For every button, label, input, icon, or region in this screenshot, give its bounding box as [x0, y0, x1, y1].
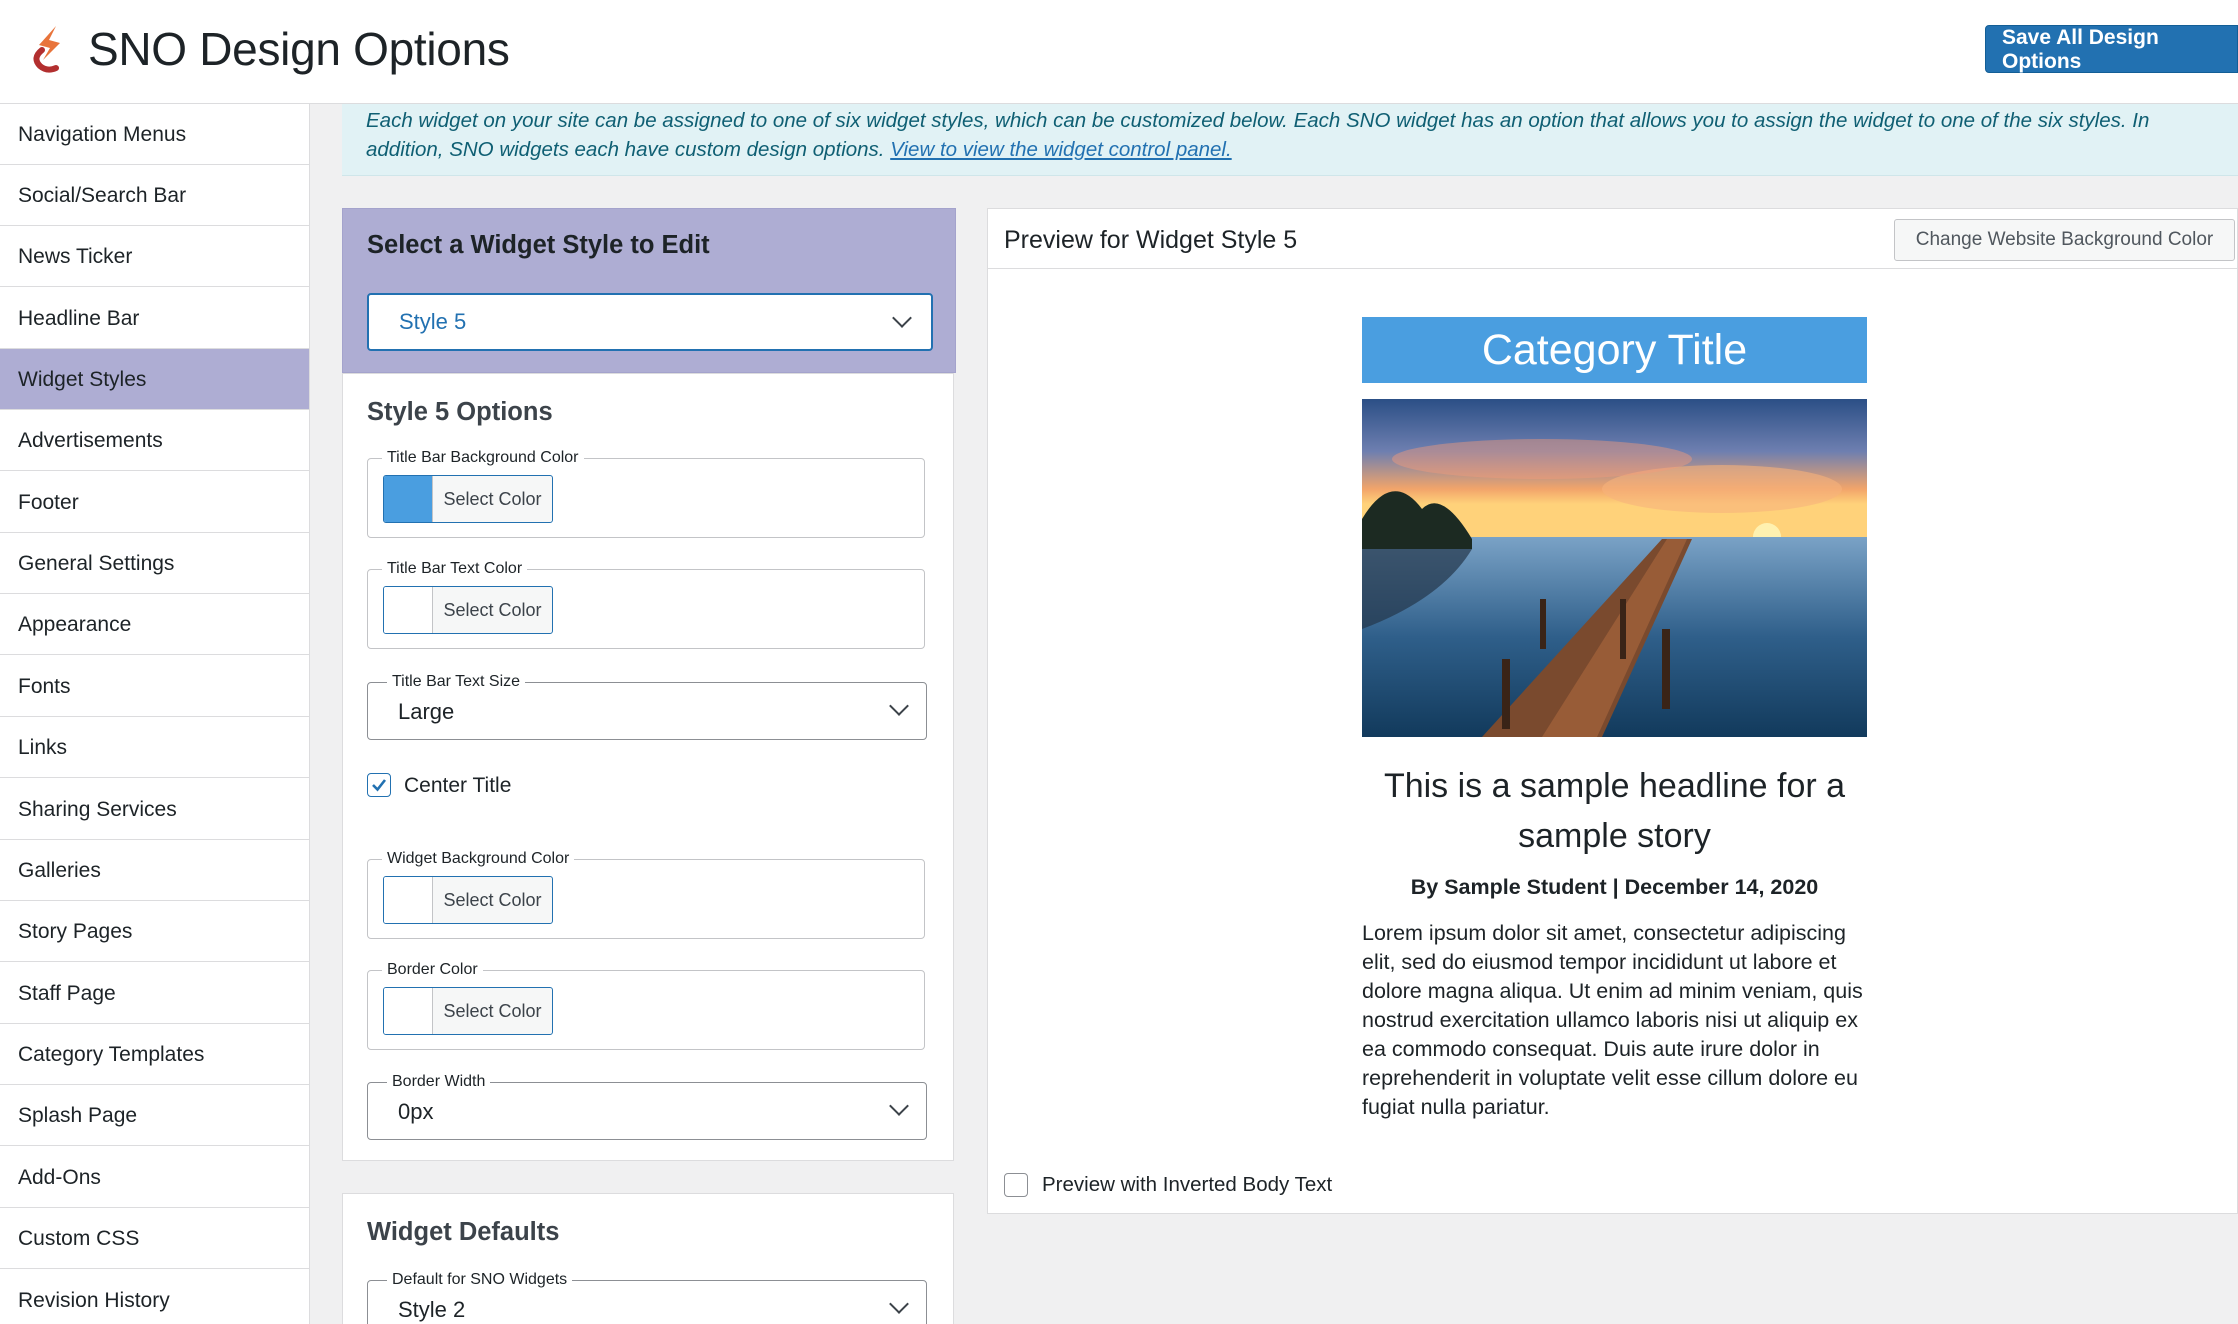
field-legend: Border Width — [387, 1073, 491, 1091]
save-all-design-options-button[interactable]: Save All Design Options — [1985, 25, 2238, 73]
sidebar-item-sharing-services[interactable]: Sharing Services — [0, 779, 309, 840]
preview-title: Preview for Widget Style 5 — [1004, 226, 1298, 254]
widget-style-dropdown[interactable]: Style 5 — [367, 293, 933, 351]
border-color-button[interactable]: Select Color — [383, 987, 553, 1035]
sidebar-item-custom-css[interactable]: Custom CSS — [0, 1208, 309, 1269]
checkmark-icon — [372, 779, 387, 792]
sample-story-image — [1362, 399, 1867, 737]
style-selector-heading: Select a Widget Style to Edit — [367, 231, 710, 259]
style-options-panel: Style 5 Options Title Bar Background Col… — [342, 373, 954, 1161]
border-width-select[interactable]: Border Width 0px — [367, 1073, 927, 1140]
widget-style-value: Style 5 — [399, 309, 467, 334]
info-notice: Each widget on your site can be assigned… — [342, 104, 2238, 176]
chevron-down-icon — [889, 1096, 909, 1116]
title-bar-text-color-field: Title Bar Text Color Select Color — [367, 560, 925, 649]
title-bar-text-size-select[interactable]: Title Bar Text Size Large — [367, 673, 927, 740]
color-swatch — [384, 476, 433, 522]
sidebar-item-social-search-bar[interactable]: Social/Search Bar — [0, 165, 309, 226]
sample-byline: By Sample Student | December 14, 2020 — [1410, 875, 1819, 899]
widget-style-selector: Select a Widget Style to Edit Style 5 — [342, 208, 956, 373]
style-options-heading: Style 5 Options — [367, 398, 553, 426]
chevron-down-icon — [889, 696, 909, 716]
select-color-label: Select Color — [443, 890, 542, 910]
sno-logo-icon — [33, 26, 60, 73]
sidebar-item-widget-styles[interactable]: Widget Styles — [0, 349, 309, 410]
notice-text: Each widget on your site can be assigned… — [366, 109, 2150, 161]
title-bar-background-color-field: Title Bar Background Color Select Color — [367, 449, 925, 538]
sidebar-item-appearance[interactable]: Appearance — [0, 594, 309, 655]
widget-preview-panel: Preview for Widget Style 5 Change Websit… — [987, 208, 2238, 1214]
widget-background-color-field: Widget Background Color Select Color — [367, 850, 925, 939]
sidebar-item-links[interactable]: Links — [0, 717, 309, 778]
page-title: SNO Design Options — [88, 23, 510, 75]
color-swatch — [384, 877, 433, 923]
field-legend: Widget Background Color — [382, 850, 575, 868]
color-swatch — [384, 988, 433, 1034]
widget-defaults-heading: Widget Defaults — [367, 1218, 560, 1246]
preview-header: Preview for Widget Style 5 Change Websit… — [988, 209, 2238, 269]
sidebar-item-fonts[interactable]: Fonts — [0, 656, 309, 717]
select-value: Large — [398, 699, 455, 724]
field-legend: Border Color — [382, 961, 483, 979]
select-value: Style 2 — [398, 1297, 466, 1322]
center-title-label: Center Title — [404, 774, 512, 797]
sidebar-item-headline-bar[interactable]: Headline Bar — [0, 288, 309, 349]
sidebar-item-splash-page[interactable]: Splash Page — [0, 1085, 309, 1146]
default-sno-widgets-select[interactable]: Default for SNO Widgets Style 2 — [367, 1271, 927, 1324]
inverted-body-text-label: Preview with Inverted Body Text — [1042, 1173, 1333, 1196]
sidebar-item-add-ons[interactable]: Add-Ons — [0, 1147, 309, 1208]
title-bar-text-color-button[interactable]: Select Color — [383, 586, 553, 634]
chevron-down-icon — [892, 308, 912, 328]
sidebar-item-category-templates[interactable]: Category Templates — [0, 1024, 309, 1085]
widget-control-panel-link[interactable]: View to view the widget control panel. — [890, 138, 1231, 161]
sidebar-item-revision-history[interactable]: Revision History — [0, 1270, 309, 1324]
select-color-label: Select Color — [443, 1001, 542, 1021]
sidebar-item-advertisements[interactable]: Advertisements — [0, 410, 309, 471]
widget-background-color-button[interactable]: Select Color — [383, 876, 553, 924]
title-bar-background-color-button[interactable]: Select Color — [383, 475, 553, 523]
sidebar-item-galleries[interactable]: Galleries — [0, 840, 309, 901]
sidebar-item-footer[interactable]: Footer — [0, 472, 309, 533]
sidebar-item-story-pages[interactable]: Story Pages — [0, 901, 309, 962]
chevron-down-icon — [889, 1294, 909, 1314]
sidebar-item-general-settings[interactable]: General Settings — [0, 533, 309, 594]
sample-headline: This is a sample headline for a sample s… — [1383, 767, 1846, 855]
color-swatch — [384, 587, 433, 633]
sample-body-text: Lorem ipsum dolor sit amet, consectetur … — [1362, 921, 1863, 1119]
field-legend: Title Bar Background Color — [382, 449, 584, 467]
widget-defaults-panel: Widget Defaults Default for SNO Widgets … — [342, 1193, 954, 1324]
category-title-bar: Category Title — [1362, 317, 1867, 383]
center-title-checkbox[interactable] — [367, 773, 391, 797]
top-header: SNO Design Options Save All Design Optio… — [0, 0, 2238, 104]
field-legend: Default for SNO Widgets — [387, 1271, 573, 1289]
border-color-field: Border Color Select Color — [367, 961, 925, 1050]
select-color-label: Select Color — [443, 600, 542, 620]
change-background-color-button[interactable]: Change Website Background Color — [1894, 219, 2235, 261]
sidebar-item-staff-page[interactable]: Staff Page — [0, 963, 309, 1024]
field-legend: Title Bar Text Size — [387, 673, 526, 691]
settings-sidebar: Navigation Menus Social/Search Bar News … — [0, 104, 310, 1324]
sidebar-item-navigation-menus[interactable]: Navigation Menus — [0, 104, 309, 165]
select-color-label: Select Color — [443, 489, 542, 509]
select-value: 0px — [398, 1099, 434, 1124]
inverted-body-text-checkbox[interactable] — [1004, 1173, 1028, 1197]
sidebar-item-news-ticker[interactable]: News Ticker — [0, 226, 309, 287]
field-legend: Title Bar Text Color — [382, 560, 528, 578]
